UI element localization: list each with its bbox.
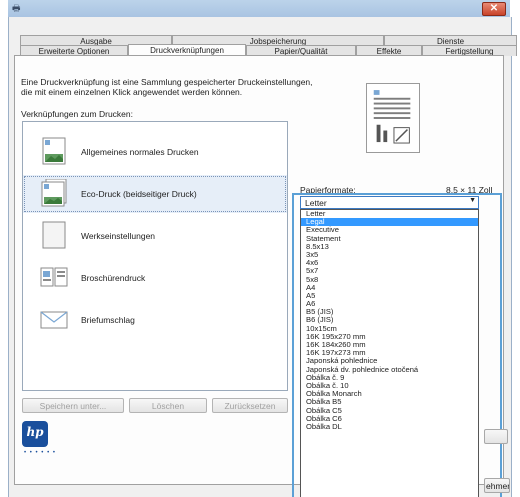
hp-logo-dots: • • • • • •	[24, 450, 56, 456]
paper-size-option[interactable]: 3x5	[301, 250, 478, 259]
shortcut-label: Eco-Druck (beidseitiger Druck)	[81, 189, 197, 199]
document-icon	[42, 137, 66, 165]
paper-size-option[interactable]: Letter	[301, 210, 478, 218]
title-bar: 🖶 ✕	[8, 0, 510, 18]
duplex-document-icon	[41, 179, 67, 207]
envelope-icon	[40, 311, 68, 329]
close-button[interactable]: ✕	[482, 2, 506, 16]
blank-page-icon	[42, 221, 66, 249]
apply-button[interactable]: ehmen	[484, 478, 510, 493]
shortcut-label: Briefumschlag	[81, 315, 135, 325]
paper-size-selected: Letter	[305, 198, 327, 208]
chevron-down-icon[interactable]: ▼	[469, 197, 476, 204]
paper-size-select[interactable]: Letter ▼	[300, 196, 479, 209]
paper-size-option[interactable]: Obálka DL	[301, 422, 478, 431]
description: Eine Druckverknüpfung ist eine Sammlung …	[21, 77, 361, 97]
delete-button[interactable]: Löschen	[129, 398, 207, 413]
shortcut-label: Werkseinstellungen	[81, 231, 156, 241]
shortcut-item-factory[interactable]: Werkseinstellungen	[23, 217, 287, 255]
booklet-icon	[40, 267, 68, 287]
description-line-2: die mit einem einzelnen Klick angewendet…	[21, 87, 243, 97]
shortcut-item-general[interactable]: Allgemeines normales Drucken	[23, 133, 287, 171]
shortcut-label: Broschürendruck	[81, 273, 146, 283]
shortcut-item-envelope[interactable]: Briefumschlag	[23, 301, 287, 339]
printer-icon: 🖶	[12, 3, 21, 13]
hp-logo-text: hp	[26, 425, 44, 439]
right-edge-button[interactable]	[484, 429, 508, 444]
shortcuts-list[interactable]: Allgemeines normales Drucken Eco-Druck (…	[22, 121, 288, 391]
paper-size-option[interactable]: 8.5x13	[301, 242, 478, 251]
paper-size-option[interactable]: 5x8	[301, 275, 478, 284]
page-preview-icon	[366, 83, 420, 153]
shortcut-item-eco[interactable]: Eco-Druck (beidseitiger Druck)	[23, 175, 287, 213]
paper-size-option[interactable]: 4x6	[301, 258, 478, 267]
save-as-button[interactable]: Speichern unter...	[22, 398, 124, 413]
paper-size-options[interactable]: Letter Legal Executive Statement 8.5x13 3x5 4x…	[300, 209, 479, 497]
shortcuts-label: Verknüpfungen zum Drucken:	[21, 109, 133, 119]
shortcut-item-booklet[interactable]: Broschürendruck	[23, 259, 287, 297]
paper-size-option[interactable]: 5x7	[301, 267, 478, 275]
paper-size-option[interactable]: A5	[301, 291, 478, 300]
paper-size-option[interactable]: A4	[301, 283, 478, 292]
description-line-1: Eine Druckverknüpfung ist eine Sammlung …	[21, 77, 313, 87]
shortcut-label: Allgemeines normales Drucken	[81, 147, 199, 157]
reset-button[interactable]: Zurücksetzen	[212, 398, 288, 413]
hp-logo: hp	[22, 421, 48, 447]
